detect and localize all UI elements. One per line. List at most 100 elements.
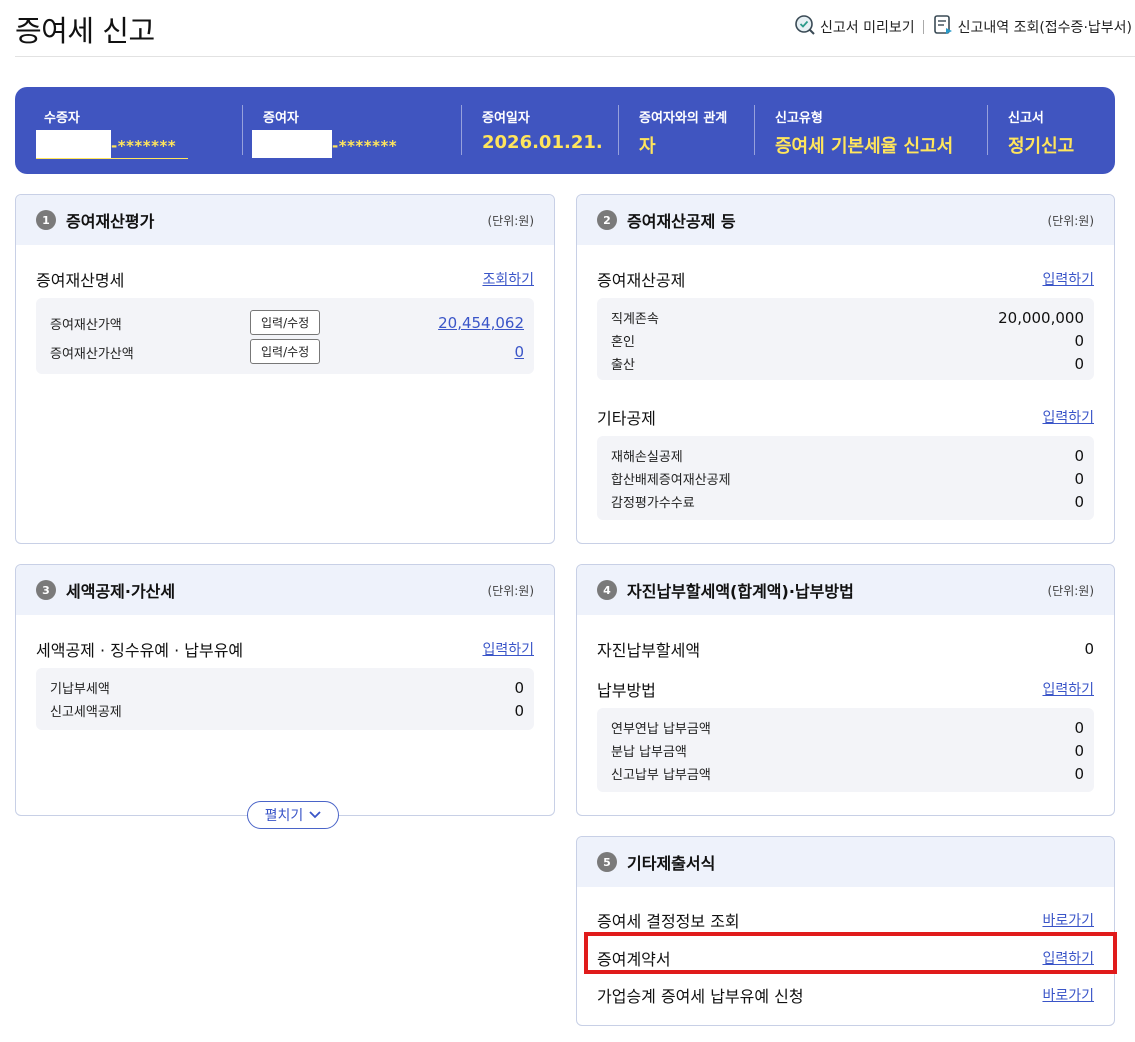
list-item: 합산배제증여재산공제 0 <box>611 469 1084 489</box>
list-item: 분납 납부금액 0 <box>611 741 1084 761</box>
detail-box: 연부연납 납부금액 0 분납 납부금액 0 신고납부 납부금액 0 <box>597 708 1094 792</box>
row-label: 분납 납부금액 <box>611 745 687 760</box>
card-other-forms: 5 기타제출서식 증여세 결정정보 조회 바로가기 증여계약서 입력하기 가업승… <box>576 836 1115 1026</box>
card-header: 1 증여재산평가 (단위:원) <box>16 195 554 245</box>
row-label: 혼인 <box>611 335 635 350</box>
input-link[interactable]: 입력하기 <box>1042 269 1094 289</box>
step-number: 4 <box>597 580 617 600</box>
row-label: 재해손실공제 <box>611 450 683 465</box>
row-value: 20,000,000 <box>998 308 1084 327</box>
expand-button[interactable]: 펼치기 <box>247 801 339 829</box>
preview-link-label: 신고서 미리보기 <box>819 20 915 36</box>
shortcut-link[interactable]: 바로가기 <box>1042 985 1094 1005</box>
row-label: 출산 <box>611 358 635 373</box>
section-row: 증여세 결정정보 조회 바로가기 <box>597 908 1094 932</box>
row-label: 연부연납 납부금액 <box>611 722 711 737</box>
section-title: 증여세 결정정보 조회 <box>597 912 740 931</box>
section-row: 증여재산명세 조회하기 <box>36 267 534 291</box>
masked-block <box>252 130 332 158</box>
gift-date-label: 증여일자 <box>482 111 530 126</box>
section-title: 세액공제 · 징수유예 · 납부유예 <box>36 641 244 660</box>
report-form-info: 신고서 정기신고 <box>1008 107 1074 158</box>
row-value-link[interactable]: 20,454,062 <box>438 314 524 332</box>
link-divider <box>922 20 924 34</box>
row-value: 0 <box>1074 331 1084 350</box>
summary-banner: 수증자 -******* 증여자 -******* 증여일자 2026.01.2… <box>15 87 1115 174</box>
row-label: 증여재산가산액 <box>50 346 134 362</box>
donor-label: 증여자 <box>263 111 299 126</box>
list-item: 증여재산가산액 입력/수정 0 <box>50 339 524 365</box>
highlight-box <box>584 932 1117 974</box>
input-link[interactable]: 입력하기 <box>482 639 534 659</box>
masked-block <box>36 130 111 158</box>
summary-divider <box>754 105 755 155</box>
row-value-link[interactable]: 0 <box>514 343 524 361</box>
row-value: 0 <box>514 701 524 720</box>
list-item: 신고세액공제 0 <box>50 701 524 721</box>
summary-divider <box>618 105 619 155</box>
recipient-id: -******* <box>36 130 188 159</box>
search-check-icon <box>794 14 816 40</box>
list-item: 증여재산가액 입력/수정 20,454,062 <box>50 310 524 336</box>
step-number: 3 <box>36 580 56 600</box>
inquiry-link[interactable]: 조회하기 <box>482 269 534 289</box>
card-self-payment: 4 자진납부할세액(합계액)·납부방법 (단위:원) 자진납부할세액 0 납부방… <box>576 564 1115 816</box>
history-link[interactable]: 신고내역 조회(접수증·납부서) <box>932 14 1132 40</box>
card-title: 기타제출서식 <box>627 854 716 873</box>
donor-info: 증여자 -******* <box>252 107 397 158</box>
detail-box: 직계존속 20,000,000 혼인 0 출산 0 <box>597 298 1094 380</box>
row-value: 0 <box>1074 446 1084 465</box>
top-links: 신고서 미리보기 신고내역 조회(접수증·납부서) <box>794 14 1132 40</box>
edit-button[interactable]: 입력/수정 <box>250 310 321 335</box>
report-type-info: 신고유형 증여세 기본세율 신고서 <box>775 107 953 158</box>
row-label: 기납부세액 <box>50 682 110 697</box>
list-item: 혼인 0 <box>611 331 1084 351</box>
report-form-label: 신고서 <box>1008 111 1044 126</box>
row-value: 0 <box>1074 492 1084 511</box>
input-link[interactable]: 입력하기 <box>1042 679 1094 699</box>
report-type-label: 신고유형 <box>775 111 823 126</box>
card-title: 세액공제·가산세 <box>66 582 176 601</box>
row-value: 0 <box>1074 354 1084 373</box>
unit-label: (단위:원) <box>1047 213 1094 228</box>
chevron-down-icon <box>309 807 321 823</box>
relation-value: 자 <box>639 136 656 157</box>
unit-label: (단위:원) <box>487 583 534 598</box>
section-row: 증여재산공제 입력하기 <box>597 267 1094 291</box>
list-item: 재해손실공제 0 <box>611 446 1084 466</box>
section-title: 가업승계 증여세 납부유예 신청 <box>597 987 804 1006</box>
list-item: 기납부세액 0 <box>50 678 524 698</box>
row-label: 신고세액공제 <box>50 705 122 720</box>
edit-button[interactable]: 입력/수정 <box>250 339 321 364</box>
recipient-info: 수증자 -******* <box>36 107 188 159</box>
input-link[interactable]: 입력하기 <box>1042 407 1094 427</box>
shortcut-link[interactable]: 바로가기 <box>1042 910 1094 930</box>
report-type-value: 증여세 기본세율 신고서 <box>775 136 954 157</box>
card-title: 자진납부할세액(합계액)·납부방법 <box>627 582 854 601</box>
card-gift-property-valuation: 1 증여재산평가 (단위:원) 증여재산명세 조회하기 증여재산가액 입력/수정… <box>15 194 555 544</box>
row-label: 신고납부 납부금액 <box>611 768 711 783</box>
row-value: 0 <box>1074 469 1084 488</box>
row-value: 0 <box>1074 718 1084 737</box>
section-title: 납부방법 <box>597 681 656 700</box>
relation-label: 증여자와의 관계 <box>639 111 728 126</box>
row-label: 직계존속 <box>611 312 659 327</box>
row-label: 감정평가수수료 <box>611 496 695 511</box>
card-header: 2 증여재산공제 등 (단위:원) <box>577 195 1114 245</box>
unit-label: (단위:원) <box>487 213 534 228</box>
step-number: 1 <box>36 210 56 230</box>
section-row: 자진납부할세액 0 <box>597 637 1094 661</box>
section-value: 0 <box>1084 640 1094 658</box>
section-row: 납부방법 입력하기 <box>597 677 1094 701</box>
header-divider <box>15 56 1135 57</box>
row-value: 0 <box>514 678 524 697</box>
history-link-label: 신고내역 조회(접수증·납부서) <box>957 20 1132 36</box>
preview-link[interactable]: 신고서 미리보기 <box>794 14 915 40</box>
detail-box: 기납부세액 0 신고세액공제 0 <box>36 668 534 730</box>
relation-info: 증여자와의 관계 자 <box>639 107 727 158</box>
gift-date-info: 증여일자 2026.01.21. <box>482 107 603 153</box>
list-item: 직계존속 20,000,000 <box>611 308 1084 328</box>
card-header: 5 기타제출서식 <box>577 837 1114 887</box>
gift-date-value: 2026.01.21. <box>482 132 603 153</box>
list-item: 출산 0 <box>611 354 1084 374</box>
